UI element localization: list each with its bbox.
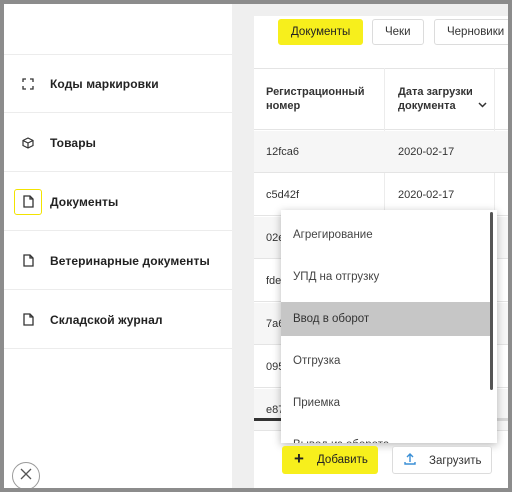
table-header: Регистрационный номер Дата загрузки доку… [254, 68, 508, 130]
tabs: Документы Чеки Черновики [254, 16, 512, 56]
menu-item-acceptance[interactable]: Приемка [281, 386, 491, 420]
menu-item-withdrawal[interactable]: Вывод из оборота [281, 428, 491, 443]
cell-reg-number: c5d42f [266, 189, 300, 201]
upload-button-label: Загрузить [429, 455, 482, 467]
cell-reg-number: 12fca6 [266, 146, 300, 158]
sidebar-item-warehouse-journal[interactable]: Складской журнал [4, 291, 232, 349]
add-document-menu: Агрегирование УПД на отгрузку Ввод в обо… [281, 210, 497, 443]
sidebar-item-documents[interactable]: Документы [4, 173, 232, 231]
document-icon [14, 248, 42, 274]
table-row[interactable]: 12fca6 2020-02-17 [254, 131, 508, 173]
menu-item-shipment[interactable]: Отгрузка [281, 344, 491, 378]
column-header-upload-date[interactable]: Дата загрузки документа [398, 85, 484, 113]
column-header-reg-number[interactable]: Регистрационный номер [266, 85, 376, 113]
scrollbar-thumb[interactable] [254, 418, 284, 421]
add-button-label: Добавить [317, 454, 368, 466]
plus-icon: + [294, 449, 304, 468]
menu-scrollbar[interactable] [490, 212, 493, 390]
menu-item-aggregation[interactable]: Агрегирование [281, 218, 491, 252]
sidebar-item-label: Ветеринарные документы [50, 253, 210, 268]
sidebar: Коды маркировки Товары Документы Ветерин… [4, 4, 232, 488]
document-icon [14, 188, 42, 215]
sidebar-item-label: Документы [50, 194, 119, 209]
menu-item-upd-shipment[interactable]: УПД на отгрузку [281, 260, 491, 294]
scan-icon [14, 71, 42, 97]
menu-item-introduction[interactable]: Ввод в оборот [281, 302, 491, 336]
sidebar-item-label: Коды маркировки [50, 76, 159, 91]
box-icon [14, 130, 42, 156]
cell-reg-number: fde [266, 275, 282, 287]
sidebar-item-marking-codes[interactable]: Коды маркировки [4, 55, 232, 113]
sidebar-item-label: Складской журнал [50, 312, 163, 327]
sort-chevron-icon[interactable] [478, 95, 487, 113]
document-icon [14, 307, 42, 333]
sidebar-item-vet-documents[interactable]: Ветеринарные документы [4, 232, 232, 290]
cell-upload-date: 2020-02-17 [398, 189, 455, 201]
tab-documents[interactable]: Документы [278, 19, 364, 45]
tab-drafts[interactable]: Черновики [434, 19, 512, 45]
upload-icon [403, 452, 417, 469]
tab-receipts[interactable]: Чеки [372, 19, 424, 45]
cell-upload-date: 2020-02-17 [398, 146, 455, 158]
close-icon [20, 467, 32, 485]
close-button[interactable] [12, 462, 40, 490]
sidebar-item-label: Товары [50, 135, 96, 150]
upload-button[interactable]: Загрузить [392, 446, 492, 474]
add-button[interactable]: + Добавить [282, 446, 378, 474]
sidebar-item-goods[interactable]: Товары [4, 114, 232, 172]
